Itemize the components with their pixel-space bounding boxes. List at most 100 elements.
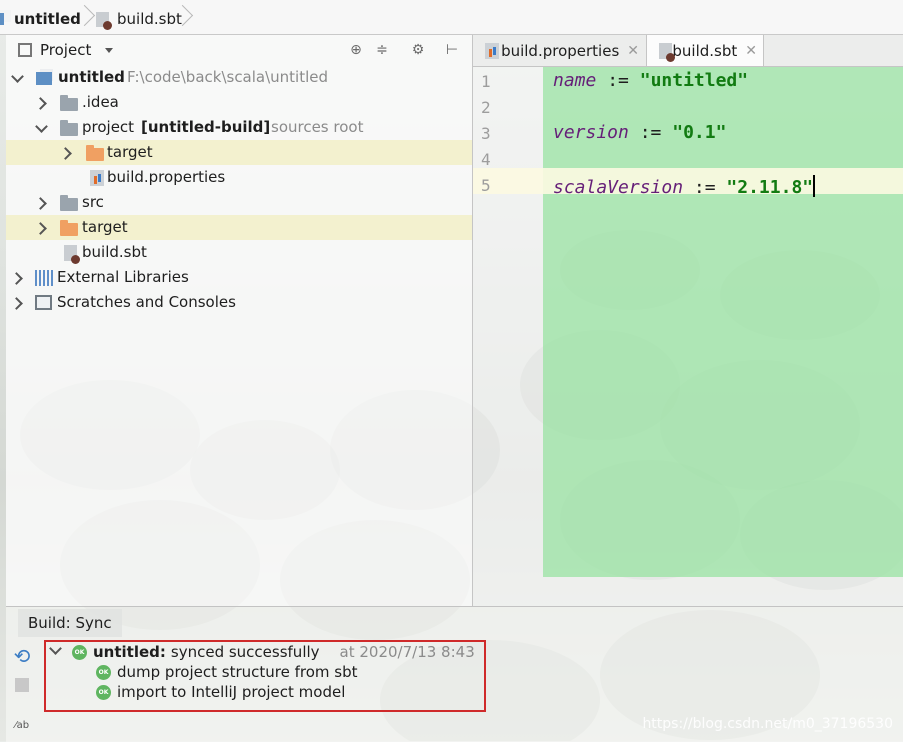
project-panel-title: Project [40, 41, 92, 59]
sync-project-name: untitled: [93, 643, 166, 661]
sync-step[interactable]: OK import to IntelliJ project model [96, 682, 345, 702]
tree-item-external-libraries[interactable]: External Libraries [6, 265, 472, 290]
tree-item-build-properties[interactable]: build.properties [6, 165, 472, 190]
breadcrumb-label: untitled [14, 10, 81, 28]
project-tool-window: Project ⊕ ≑ ⚙ ⊢ untitled F:\code\back\sc… [6, 35, 473, 606]
tree-item-build-sbt[interactable]: build.sbt [6, 240, 472, 265]
tab-label: build.properties [501, 41, 620, 60]
tree-item-label: project [82, 118, 135, 136]
sync-step-label: dump project structure from sbt [117, 663, 358, 681]
tree-item-scratches[interactable]: Scratches and Consoles [6, 290, 472, 315]
collapse-all-icon[interactable]: ≑ [374, 42, 390, 58]
editor-window: build.properties ✕ build.sbt ✕ 1 2 3 4 5… [473, 35, 903, 606]
tree-item-label: .idea [82, 93, 119, 111]
sync-time: at 2020/7/13 8:43 [339, 643, 475, 661]
gear-icon[interactable]: ⚙ [410, 42, 426, 58]
sbt-folder-icon [60, 120, 78, 136]
tab-build-sbt[interactable]: build.sbt ✕ [646, 35, 764, 66]
navigation-bar: untitled build.sbt [0, 0, 903, 35]
chevron-right-icon [36, 223, 45, 232]
chevron-right-icon [36, 98, 45, 107]
sync-result-highlight: OK untitled: synced successfully at 2020… [44, 640, 486, 712]
tree-item-label: External Libraries [57, 268, 189, 286]
scratch-icon [35, 295, 52, 310]
chevron-down-icon [50, 645, 59, 654]
code-editor[interactable] [543, 67, 903, 577]
line-number-gutter [473, 67, 543, 606]
hide-icon[interactable]: ⊢ [444, 42, 460, 58]
line-number: 2 [481, 98, 491, 117]
watermark: https://blog.csdn.net/m0_37196530 [642, 716, 893, 732]
tree-item-label: src [82, 193, 104, 211]
sync-step-label: import to IntelliJ project model [117, 683, 346, 701]
line-number: 5 [481, 176, 491, 195]
folder-orange-icon [60, 220, 78, 236]
tree-item-idea[interactable]: .idea [6, 90, 472, 115]
code-line-1: name := "untitled" [553, 70, 748, 91]
sync-result-root[interactable]: OK untitled: synced successfully at 2020… [50, 642, 475, 662]
tree-item-label: target [82, 218, 128, 236]
code-key: version [553, 122, 629, 143]
close-icon[interactable]: ✕ [745, 43, 757, 59]
ok-badge-icon: OK [72, 644, 87, 660]
breadcrumb-separator [176, 4, 186, 30]
tab-build-sync[interactable]: Build: Sync [18, 609, 122, 637]
sync-step[interactable]: OK dump project structure from sbt [96, 662, 358, 682]
sbt-file-icon [96, 11, 112, 30]
code-key: scalaVersion [553, 177, 684, 198]
code-line-5: scalaVersion := "2.11.8" [553, 175, 816, 198]
toggle-view-icon[interactable]: ⁄ab [12, 716, 32, 736]
ok-badge-icon: OK [96, 684, 111, 700]
tree-item-label: build.properties [107, 168, 226, 186]
line-number: 3 [481, 124, 491, 143]
module-icon [0, 10, 11, 25]
tab-build-properties[interactable]: build.properties ✕ [473, 35, 645, 66]
chevron-down-icon [105, 47, 114, 53]
tree-item-label: target [107, 143, 153, 161]
build-tab-label: Build: Sync [28, 614, 112, 632]
tree-item-project-target[interactable]: target [6, 140, 472, 165]
close-icon[interactable]: ✕ [627, 43, 639, 59]
code-operator: := [693, 177, 716, 198]
line-number: 4 [481, 150, 491, 169]
line-number: 1 [481, 72, 491, 91]
chevron-down-icon [36, 123, 45, 132]
build-tool-window: Build: Sync ⟲ ⁄ab OK untitled: synced su… [6, 606, 903, 742]
breadcrumb-separator [78, 4, 88, 30]
tab-label: build.sbt [672, 41, 738, 60]
tree-item-target[interactable]: target [6, 215, 472, 240]
tree-item-untitled[interactable]: untitled F:\code\back\scala\untitled [6, 65, 472, 90]
breadcrumb-untitled[interactable]: untitled [0, 9, 81, 29]
code-operator: := [607, 70, 629, 91]
tree-item-label: build.sbt [82, 243, 147, 261]
breadcrumb-build-sbt[interactable]: build.sbt [96, 9, 182, 30]
libraries-icon [35, 270, 53, 286]
project-panel-header: Project ⊕ ≑ ⚙ ⊢ [6, 35, 472, 65]
properties-file-icon [485, 42, 499, 59]
folder-icon [60, 95, 78, 111]
tree-item-path: F:\code\back\scala\untitled [127, 68, 329, 86]
chevron-right-icon [36, 198, 45, 207]
text-caret [813, 175, 816, 197]
code-string: "0.1" [672, 122, 727, 143]
project-view-selector[interactable]: Project [18, 41, 114, 59]
ok-badge-icon: OK [96, 664, 111, 680]
tree-item-project[interactable]: project [untitled-build] sources root [6, 115, 472, 140]
editor-tab-bar: build.properties ✕ build.sbt ✕ [473, 35, 903, 67]
module-icon [36, 69, 53, 85]
properties-file-icon [90, 170, 104, 186]
chevron-right-icon [61, 148, 70, 157]
stop-icon[interactable] [12, 678, 32, 698]
code-operator: := [639, 122, 662, 143]
code-key: name [553, 70, 597, 91]
tree-item-src[interactable]: src [6, 190, 472, 215]
tree-item-label: Scratches and Consoles [57, 293, 236, 311]
code-string: "2.11.8" [726, 177, 814, 198]
chevron-right-icon [12, 298, 21, 307]
locate-icon[interactable]: ⊕ [348, 42, 364, 58]
code-string: "untitled" [639, 70, 749, 91]
sync-icon[interactable]: ⟲ [12, 646, 32, 666]
tree-item-label: untitled [58, 68, 125, 86]
build-toolbar: ⟲ ⁄ab [6, 638, 38, 742]
tree-item-note: sources root [271, 118, 364, 136]
